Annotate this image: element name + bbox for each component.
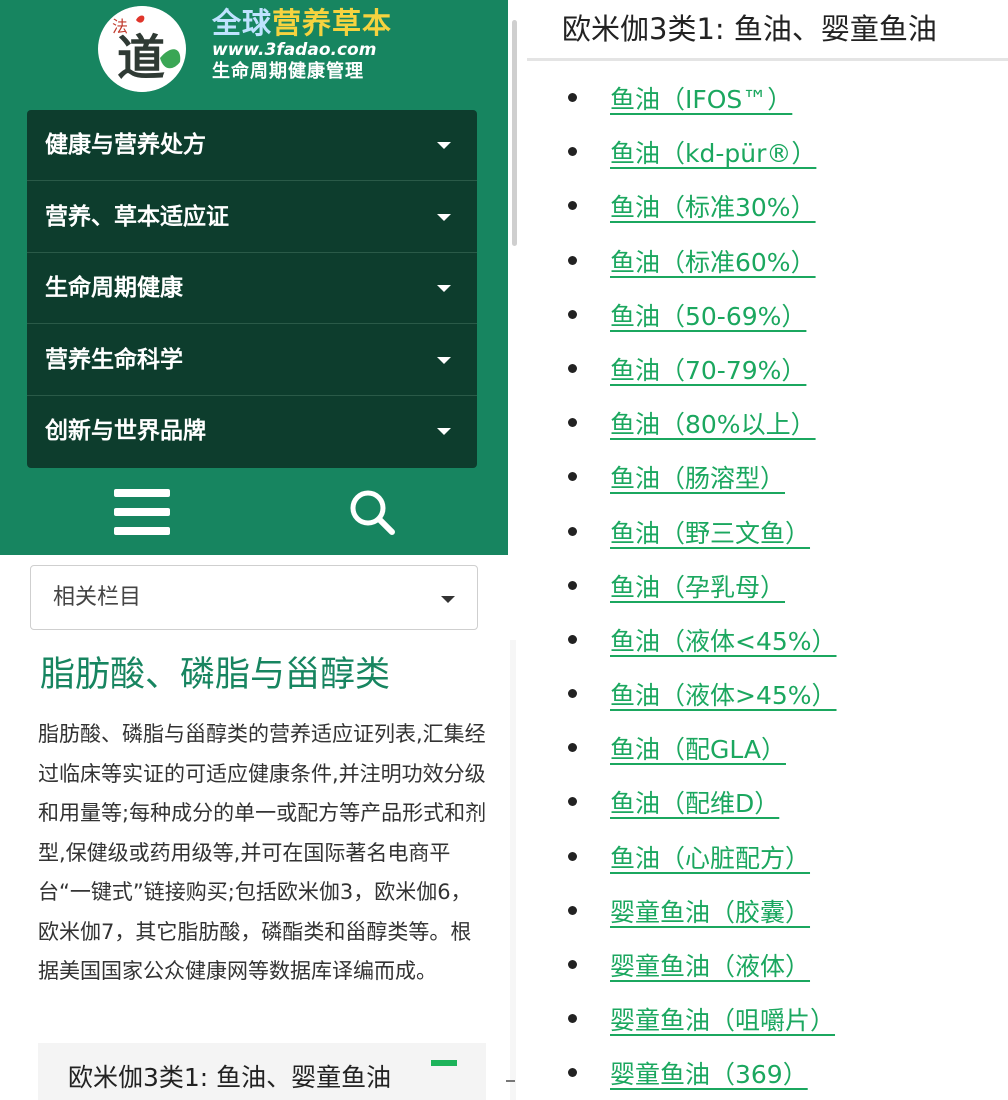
bullet-icon — [568, 201, 577, 211]
caret-down-icon — [437, 213, 451, 221]
bullet-icon — [568, 418, 577, 428]
nav-item-label: 营养生命科学 — [45, 346, 183, 373]
bullet-icon — [568, 1068, 577, 1078]
nav-item-health-prescription[interactable]: 健康与营养处方 — [27, 110, 477, 181]
accent-bar — [431, 1060, 457, 1066]
site-header: 法 道 全球营养草本 www.3fadao.com 生命周期健康管理 健康与营养… — [0, 0, 508, 555]
right-panel-title: 欧米伽3类1: 鱼油、婴童鱼油 — [562, 12, 937, 46]
product-link[interactable]: 鱼油（70-79%） — [610, 351, 806, 387]
product-link[interactable]: 鱼油（野三文鱼） — [610, 514, 810, 550]
product-link[interactable]: 鱼油（kd-pür®） — [610, 134, 816, 170]
caret-down-icon — [437, 428, 451, 435]
bullet-icon — [568, 526, 577, 536]
product-link[interactable]: 鱼油（标准30%） — [610, 188, 816, 224]
right-panel-header: 欧米伽3类1: 鱼油、婴童鱼油 — [527, 0, 1008, 61]
category-box: 欧米伽3类1: 鱼油、婴童鱼油 — [38, 1043, 486, 1100]
bullet-icon — [568, 93, 577, 102]
nav-item-label: 营养、草本适应证 — [45, 203, 229, 230]
bullet-icon — [568, 905, 577, 915]
left-panel: 法 道 全球营养草本 www.3fadao.com 生命周期健康管理 健康与营养… — [0, 0, 508, 1100]
bullet-icon — [568, 363, 577, 373]
product-link[interactable]: 鱼油（50-69%） — [610, 297, 806, 333]
product-link[interactable]: 鱼油（液体>45%） — [610, 676, 837, 712]
nav-item-life-science[interactable]: 营养生命科学 — [27, 325, 477, 396]
section-description: 脂肪酸、磷脂与甾醇类的营养适应证列表,汇集经过临床等实证的可适应健康条件,并注明… — [38, 722, 487, 983]
caret-down-icon — [437, 285, 451, 292]
bullet-icon — [568, 743, 577, 753]
logo-subtitle: 生命周期健康管理 — [212, 61, 364, 82]
bullet-icon — [568, 147, 577, 157]
divider — [506, 1080, 515, 1082]
product-link[interactable]: 鱼油（配GLA） — [610, 730, 786, 766]
product-link[interactable]: 鱼油（配维D） — [610, 784, 779, 820]
nav-item-label: 生命周期健康 — [45, 275, 183, 301]
bullet-icon — [568, 797, 577, 807]
logo-url: www.3fadao.com — [212, 40, 377, 60]
product-link[interactable]: 婴童鱼油（液体） — [610, 947, 810, 983]
nav-item-indications[interactable]: 营养、草本适应证 — [27, 182, 477, 253]
caret-down-icon — [437, 142, 451, 149]
main-nav-menu: 健康与营养处方 营养、草本适应证 生命周期健康 营养生命科学 创新与世界品牌 — [27, 110, 477, 468]
category-box-title: 欧米伽3类1: 鱼油、婴童鱼油 — [68, 1063, 392, 1092]
logo-title-part2: 营养草本 — [272, 6, 393, 40]
logo-text: 全球营养草本 www.3fadao.com 生命周期健康管理 — [212, 6, 422, 84]
product-link[interactable]: 婴童鱼油（咀嚼片） — [610, 1001, 835, 1037]
scrollbar-thumb[interactable] — [512, 20, 517, 246]
product-link[interactable]: 鱼油（液体<45%） — [610, 622, 837, 658]
caret-down-icon — [441, 596, 455, 603]
product-link[interactable]: 婴童鱼油（胶囊） — [610, 893, 810, 929]
product-link[interactable]: 鱼油（肠溶型） — [610, 459, 785, 495]
product-link[interactable]: 婴童鱼油（369） — [610, 1055, 808, 1091]
logo-title-part1: 全球 — [212, 6, 273, 40]
product-link[interactable]: 鱼油（IFOS™） — [610, 80, 792, 116]
nav-item-innovation-brands[interactable]: 创新与世界品牌 — [27, 396, 477, 467]
search-icon[interactable] — [348, 488, 398, 538]
bullet-icon — [568, 580, 577, 590]
logo-title: 全球营养草本 — [212, 6, 422, 40]
bullet-icon — [568, 960, 577, 969]
nav-item-label: 健康与营养处方 — [45, 132, 206, 158]
bullet-icon — [568, 472, 577, 482]
bullet-icon — [568, 255, 577, 265]
product-link[interactable]: 鱼油（心脏配方） — [610, 839, 810, 875]
right-panel: 欧米伽3类1: 鱼油、婴童鱼油 鱼油（IFOS™） 鱼油（kd-pür®） 鱼油… — [527, 0, 1008, 1100]
nav-item-label: 创新与世界品牌 — [45, 418, 206, 444]
nav-item-lifecycle-health[interactable]: 生命周期健康 — [27, 253, 477, 324]
logo-emblem-icon: 法 道 — [98, 6, 186, 92]
bullet-icon — [568, 851, 577, 861]
section-title: 脂肪酸、磷脂与甾醇类 — [40, 655, 391, 695]
product-link[interactable]: 鱼油（孕乳母） — [610, 568, 785, 604]
logo-main-char: 道 — [117, 30, 165, 86]
site-logo[interactable]: 法 道 全球营养草本 www.3fadao.com 生命周期健康管理 — [98, 6, 418, 92]
scrollbar-track[interactable] — [510, 640, 516, 1100]
related-select-value: 相关栏目 — [53, 585, 142, 610]
bullet-icon — [568, 689, 577, 699]
product-link[interactable]: 鱼油（标准60%） — [610, 243, 816, 279]
product-link[interactable]: 鱼油（80%以上） — [610, 405, 816, 441]
caret-down-icon — [437, 356, 451, 364]
hamburger-icon[interactable] — [114, 489, 170, 535]
bullet-icon — [568, 634, 577, 644]
bullet-icon — [568, 1014, 577, 1024]
bullet-icon — [568, 309, 577, 319]
related-columns-select[interactable]: 相关栏目 — [30, 565, 478, 630]
